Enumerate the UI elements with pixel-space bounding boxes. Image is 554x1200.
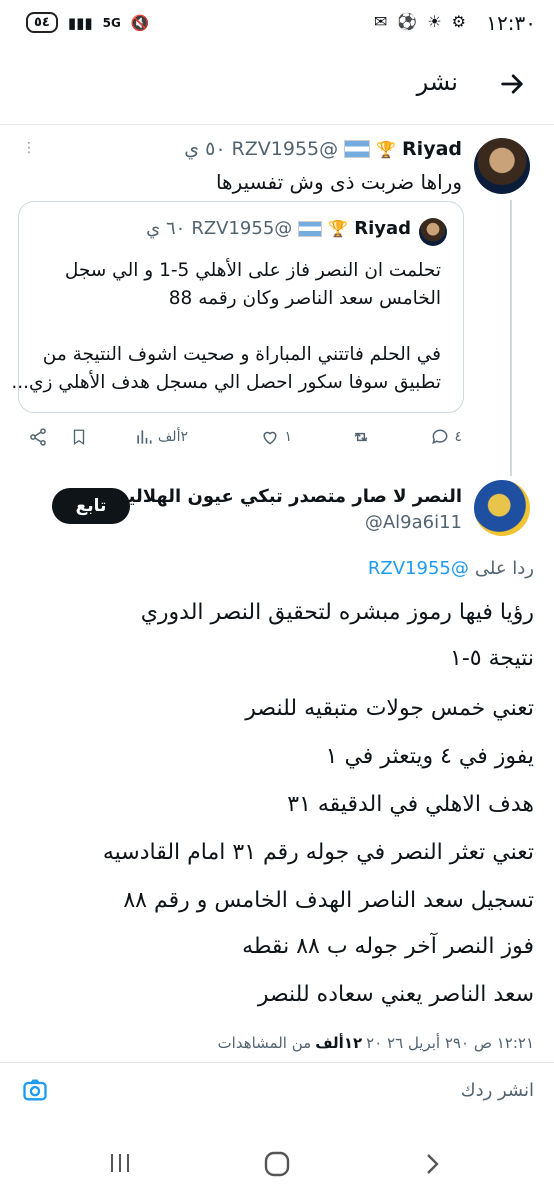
tweet-body-line: تسجيل سعد الناصر الهدف الخامس و رقم ٨٨ xyxy=(123,888,534,913)
like-count: ١ xyxy=(284,429,292,445)
tweet-meta: ١٢:٢١ ص ٢٩٠ أبريل ٢٦ ٢٠ ١٢ألف من المشاهد… xyxy=(218,1034,534,1052)
author-name[interactable]: Riyad xyxy=(402,138,462,160)
back-nav-button[interactable] xyxy=(422,1152,442,1180)
tweet-time: ٥٠ ي xyxy=(184,138,226,160)
heart-icon xyxy=(263,431,278,445)
back-button[interactable] xyxy=(492,64,532,104)
quote-time: ٦٠ ي xyxy=(146,218,186,239)
views-total: ١٢ألف xyxy=(315,1034,363,1052)
author-name[interactable]: النصر لا صار متصدر تبكي عيون الهلاليه xyxy=(118,486,462,507)
share-icon xyxy=(30,428,46,446)
tweet-timestamp: ١٢:٢١ ص ٢٩٠ أبريل ٢٦ ٢٠ xyxy=(366,1034,534,1052)
camera-icon xyxy=(23,1079,47,1101)
avatar xyxy=(419,218,447,246)
quote-author-name: Riyad xyxy=(354,218,411,239)
avatar[interactable] xyxy=(474,138,530,194)
recent-apps-button[interactable] xyxy=(108,1152,132,1178)
views-count: ٢ألف xyxy=(157,429,188,445)
tweet-header: Riyad 🏆 @RZV1955 ٥٠ ي xyxy=(184,138,462,160)
tweet-body-line: تعني تعثر النصر في جوله رقم ٣١ امام القا… xyxy=(102,840,534,865)
quote-author-handle: @RZV1955 xyxy=(191,218,293,239)
views-label: من المشاهدات xyxy=(217,1034,312,1052)
author-handle[interactable]: @RZV1955 xyxy=(232,138,339,160)
more-options-icon[interactable]: ⋮ xyxy=(22,140,36,156)
trophy-icon: 🏆 xyxy=(376,139,397,159)
header-divider xyxy=(0,124,554,125)
brightness-icon: ☀ xyxy=(427,12,442,31)
author-handle[interactable]: @Al9a6i11 xyxy=(365,512,462,533)
notification-icon: ✉ xyxy=(373,12,388,31)
views-chart-icon xyxy=(137,430,152,444)
avatar[interactable] xyxy=(474,480,530,536)
home-button[interactable] xyxy=(263,1150,291,1182)
thread-line xyxy=(510,200,512,476)
status-bar: ٥٤ ▮▮▮ 5G 🔇 ✉ ⚽ ☀ ⚙ ١٢:٣٠ xyxy=(0,0,554,46)
follow-button[interactable]: تابع xyxy=(52,488,130,524)
tweet-body-line: نتيجة ٥-١ xyxy=(450,646,534,671)
settings-icon: ⚙ xyxy=(451,12,466,31)
recent-apps-icon xyxy=(111,1154,129,1172)
tweet-body-line: يفوز في ٤ ويتعثر في ١ xyxy=(325,744,534,769)
status-time: ١٢:٣٠ xyxy=(486,11,536,35)
quote-header: Riyad 🏆 @RZV1955 ٦٠ ي xyxy=(146,218,411,239)
quote-line: الخامس سعد الناصر وكان رقمه 88 xyxy=(168,288,441,309)
reply-prefix: ردا على xyxy=(474,558,534,579)
signal-icon: ▮▮▮ xyxy=(67,13,93,32)
reply-input[interactable]: انشر ردك xyxy=(461,1080,534,1101)
status-left-icons: ٥٤ ▮▮▮ 5G 🔇 xyxy=(26,12,150,33)
page-title: نشر xyxy=(416,68,458,96)
app-header: نشر xyxy=(0,52,554,118)
home-icon xyxy=(264,1151,290,1177)
tweet-body-line: فوز النصر آخر جوله ب ٨٨ نقطه xyxy=(242,934,534,959)
ball-icon: ⚽ xyxy=(397,12,418,31)
views-button[interactable]: ٢ألف xyxy=(134,427,188,447)
quote-line: في الحلم فاتتني المباراة و صحيت اشوف الن… xyxy=(42,344,441,365)
system-nav-bar xyxy=(0,1120,554,1200)
quote-line: تحلمت ان النصر فاز على الأهلي 5-1 و الي … xyxy=(64,260,441,281)
battery-indicator: ٥٤ xyxy=(26,12,58,33)
flag-icon xyxy=(298,220,323,237)
network-label: 5G xyxy=(102,15,121,30)
reply-button[interactable]: ٤ xyxy=(430,427,462,447)
tweet-body-line: سعد الناصر يعني سعاده للنصر xyxy=(257,982,534,1007)
share-button[interactable] xyxy=(28,427,48,447)
reply-icon xyxy=(432,429,448,445)
flag-icon xyxy=(344,140,371,158)
bookmark-button[interactable] xyxy=(70,427,88,447)
retweet-icon xyxy=(354,432,368,442)
trophy-icon: 🏆 xyxy=(328,219,349,238)
reply-context: ردا على @RZV1955 xyxy=(368,558,534,579)
status-right-icons: ✉ ⚽ ☀ ⚙ xyxy=(374,12,466,31)
mute-icon: 🔇 xyxy=(130,13,150,32)
tweet-body-line: هدف الاهلي في الدقيقه ٣١ xyxy=(287,792,534,817)
like-button[interactable]: ١ xyxy=(260,427,292,447)
reply-to-handle[interactable]: @RZV1955 xyxy=(368,558,469,579)
tweet-text: وراها ضربت ذى وش تفسيرها xyxy=(215,170,462,194)
tweet-body-line: رؤيا فيها رموز مبشره لتحقيق النصر الدوري xyxy=(140,600,534,625)
reply-composer: انشر ردك xyxy=(0,1062,554,1120)
back-chevron-icon xyxy=(427,1154,439,1174)
retweet-button[interactable] xyxy=(350,427,372,447)
camera-button[interactable] xyxy=(20,1076,50,1108)
quote-line: تطبيق سوفا سكور احصل الي مسجل هدف الأهلي… xyxy=(11,372,441,393)
reply-count: ٤ xyxy=(454,429,462,445)
tweet-body-line: تعني خمس جولات متبقيه للنصر xyxy=(245,696,534,721)
tweet-action-bar: ٤ ١ ٢ألف xyxy=(24,425,468,455)
arrow-right-icon xyxy=(501,74,523,94)
quoted-tweet-card[interactable]: Riyad 🏆 @RZV1955 ٦٠ ي تحلمت ان النصر فاز… xyxy=(11,201,464,413)
bookmark-icon xyxy=(73,429,85,446)
